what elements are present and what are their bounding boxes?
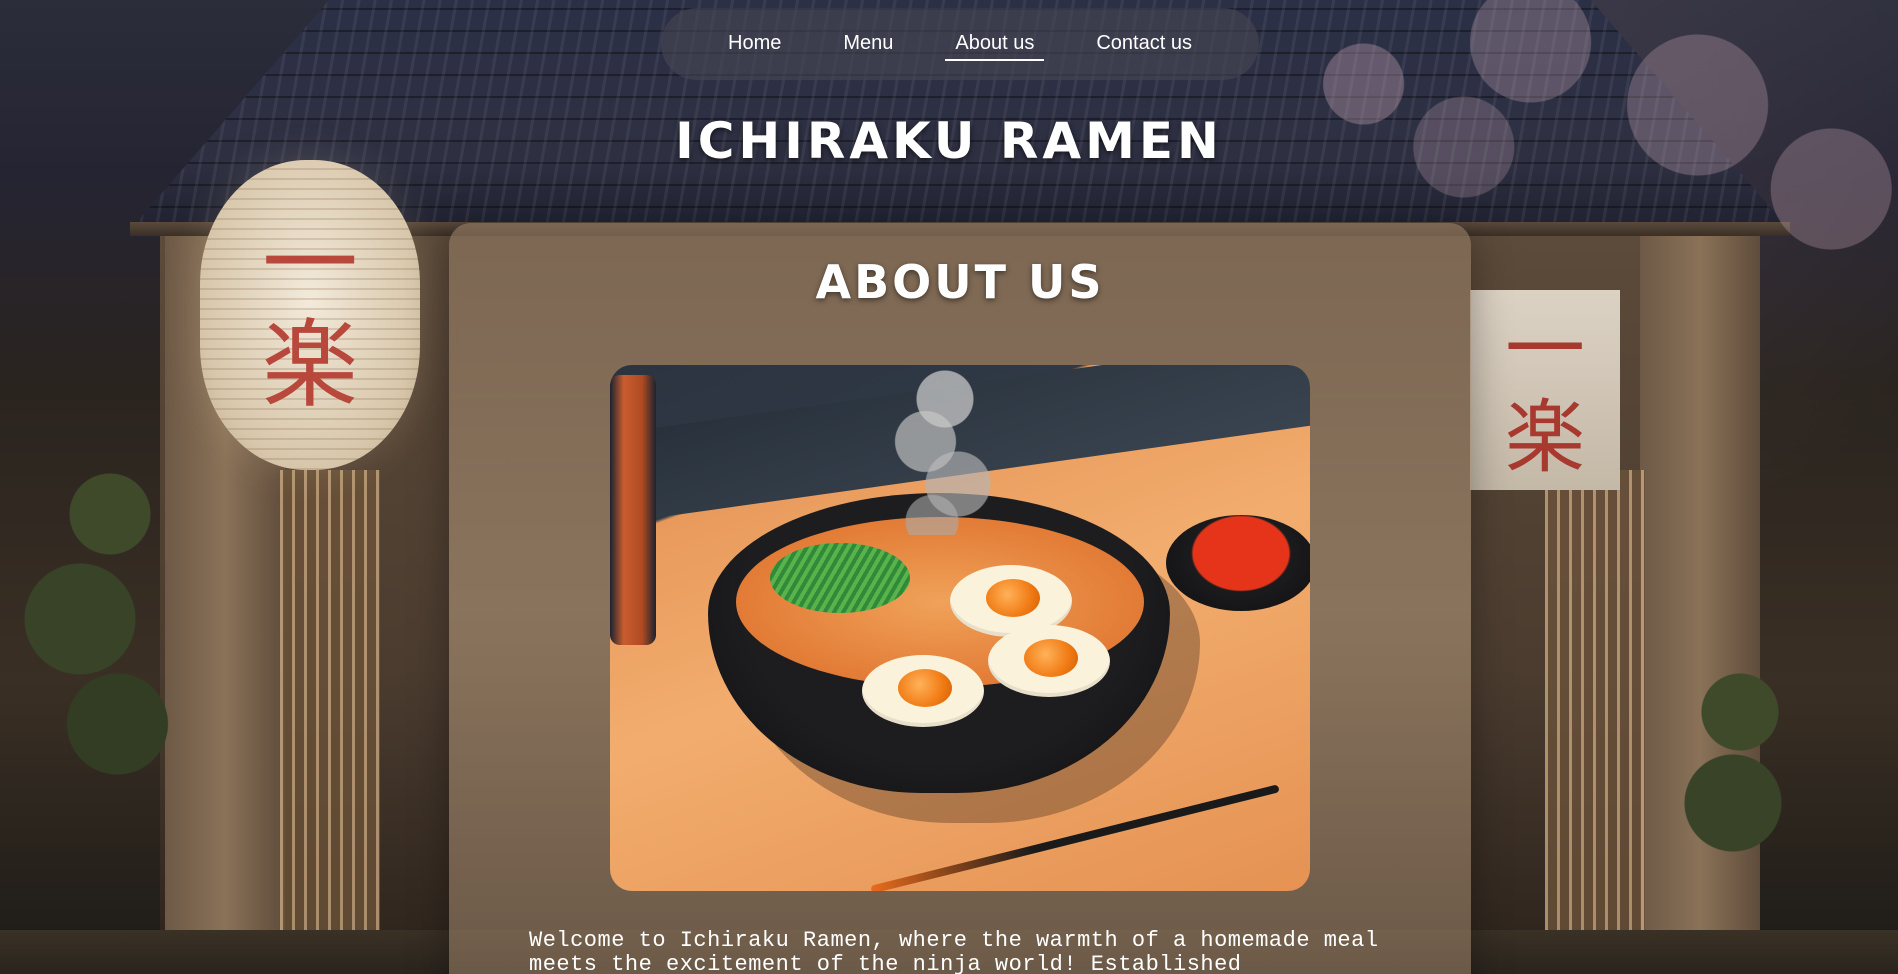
- green-onions: [770, 543, 910, 613]
- nav-contact-link[interactable]: Contact us: [1086, 28, 1202, 61]
- sliding-door-right: [1545, 470, 1645, 940]
- lantern-glyph-1: 一: [262, 208, 358, 321]
- nav-about-link[interactable]: About us: [945, 28, 1045, 61]
- sauce-bottle: [610, 375, 656, 645]
- soft-boiled-egg: [988, 625, 1110, 697]
- bonsai-plant-right: [1670, 660, 1810, 920]
- steam: [880, 365, 1010, 535]
- paper-lantern: 一 楽: [200, 160, 420, 470]
- curtain-glyph-1: 一: [1505, 303, 1585, 396]
- site-title: Ichiraku Ramen: [675, 112, 1223, 170]
- main-nav: Home Menu About us Contact us: [661, 8, 1259, 80]
- noren-curtain: 一 楽: [1470, 290, 1620, 490]
- about-panel: About us Welcome to Ichiraku Ramen, wher…: [449, 223, 1471, 974]
- sliding-door-left: [280, 470, 380, 940]
- about-heading: About us: [815, 255, 1105, 309]
- bonsai-plant-left: [20, 430, 170, 850]
- page: 一 楽 一 楽 Home Menu About us Contact us Ic…: [0, 0, 1898, 974]
- ramen-bowl-image: [610, 365, 1310, 891]
- nav-menu-link[interactable]: Menu: [833, 28, 903, 61]
- soft-boiled-egg: [862, 655, 984, 727]
- chili-sauce-dish: [1166, 515, 1310, 611]
- about-intro-text: Welcome to Ichiraku Ramen, where the war…: [529, 928, 1379, 974]
- nav-home-link[interactable]: Home: [718, 28, 791, 61]
- chopsticks: [870, 784, 1280, 891]
- curtain-glyph-2: 楽: [1505, 391, 1585, 484]
- lantern-glyph-2: 楽: [262, 309, 358, 421]
